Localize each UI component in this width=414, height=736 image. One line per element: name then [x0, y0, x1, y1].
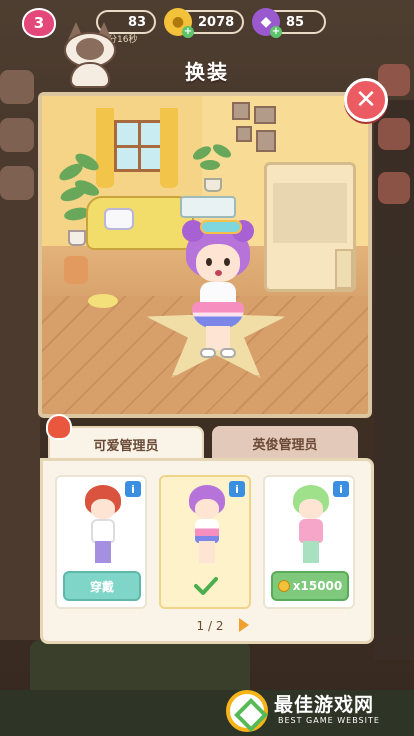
side-button-welfare[interactable]	[0, 118, 34, 152]
level-number: 3	[33, 14, 45, 32]
add-gems-icon[interactable]: +	[270, 26, 282, 38]
wall-frames	[232, 102, 282, 162]
curtain-left	[96, 108, 114, 188]
info-icon[interactable]: i	[125, 481, 141, 497]
sofa	[86, 196, 194, 250]
side-button-free[interactable]	[0, 166, 34, 200]
cushion	[104, 208, 134, 230]
wear-button[interactable]: 穿戴	[63, 571, 141, 601]
page-indicator: 1 / 2	[196, 619, 224, 633]
table-plant	[190, 141, 234, 194]
buy-button[interactable]: x15000	[271, 571, 349, 601]
wear-label: 穿戴	[89, 579, 114, 594]
outfit-character	[81, 485, 125, 567]
close-button[interactable]: ✕	[344, 78, 388, 122]
coin-counter[interactable]: ● + 2078	[164, 8, 244, 38]
coin-icon	[277, 580, 290, 592]
tab-handsome-manager[interactable]: 英俊管理员	[212, 426, 358, 460]
outfit-character	[185, 485, 229, 567]
tab-label: 可爱管理员	[93, 438, 159, 454]
shop-icon[interactable]	[378, 172, 410, 204]
gem-counter[interactable]: ◆ + 85	[252, 8, 326, 38]
gem-value: 85	[286, 14, 305, 30]
timer-value: 83	[128, 14, 147, 30]
close-icon: ✕	[355, 85, 377, 115]
equipped-indicator	[167, 571, 245, 601]
level-heart-badge[interactable]: 3	[22, 8, 56, 38]
outfit-card[interactable]: i 穿戴	[55, 475, 147, 609]
info-icon[interactable]: i	[333, 481, 349, 497]
slippers	[88, 294, 118, 308]
stool	[64, 256, 88, 284]
info-icon[interactable]: i	[229, 481, 245, 497]
tab-label: 英俊管理员	[252, 437, 318, 453]
room-preview	[38, 92, 372, 418]
watermark-title: 最佳游戏网	[274, 694, 375, 716]
window	[114, 120, 164, 172]
left-side-buttons	[0, 70, 34, 270]
tab-avatar-icon	[46, 414, 72, 440]
outfit-character	[289, 485, 333, 567]
dialog-title: 换装	[185, 60, 229, 84]
add-coins-icon[interactable]: +	[182, 26, 194, 38]
coin-value: 2078	[198, 14, 235, 30]
wardrobe	[264, 162, 356, 292]
mail-icon[interactable]	[378, 118, 410, 150]
next-page-arrow-icon[interactable]	[239, 618, 249, 632]
character-preview	[182, 218, 254, 368]
checkmark-icon	[194, 577, 218, 595]
site-logo-icon	[226, 690, 268, 732]
watermark-subtitle: BEST GAME WEBSITE	[278, 716, 380, 725]
curtain-right	[160, 108, 178, 188]
watermark: 最佳游戏网 BEST GAME WEBSITE	[226, 688, 412, 734]
outfit-panel: i 穿戴 i i x15000 1 / 2	[40, 458, 374, 644]
vanity-table	[180, 196, 236, 218]
price-label: x15000	[292, 579, 343, 593]
outfit-card[interactable]: i x15000	[263, 475, 355, 609]
outfit-card-selected[interactable]: i	[159, 475, 251, 609]
sunglasses-icon	[200, 220, 242, 234]
